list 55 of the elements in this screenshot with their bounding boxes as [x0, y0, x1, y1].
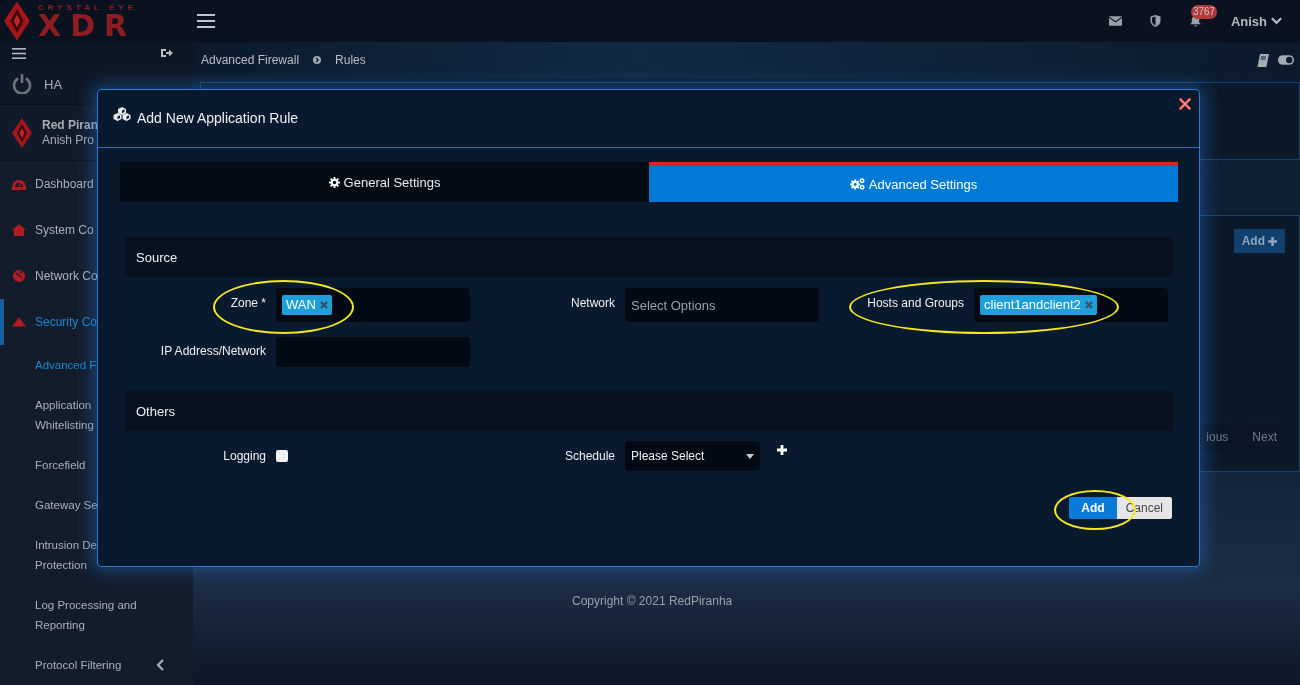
sidebar-item[interactable]: Log Processing and Reporting: [0, 585, 193, 645]
tab[interactable]: Advanced Settings: [649, 162, 1178, 202]
close-icon[interactable]: [1179, 98, 1191, 110]
gear-icon: [328, 176, 340, 188]
plus-icon: [1268, 236, 1277, 246]
gauge-icon: [12, 178, 26, 190]
add-button[interactable]: Add: [1069, 497, 1117, 519]
input-field[interactable]: [276, 337, 470, 367]
shield-icon[interactable]: [1148, 15, 1162, 27]
field-label: Network: [571, 296, 615, 310]
chevron-down-icon: [1271, 17, 1282, 25]
tag-label: client1andclient2: [984, 297, 1081, 313]
notification-badge: 3767: [1190, 5, 1218, 19]
pagination-button[interactable]: Next: [1242, 423, 1287, 451]
profile-subtitle: Anish Pro: [42, 132, 96, 148]
tag-label: WAN: [286, 297, 316, 313]
logo-icon: [12, 117, 32, 148]
section-title: Others: [136, 403, 175, 419]
breadcrumb-link[interactable]: Advanced Firewall: [201, 53, 300, 67]
field-label: Hosts and Groups: [867, 296, 964, 310]
remove-icon[interactable]: [1084, 301, 1093, 309]
remove-icon[interactable]: [319, 301, 328, 309]
power-icon: [12, 74, 32, 94]
footer-text: Copyright © 2021 RedPiranha: [571, 594, 734, 608]
toggle-icon[interactable]: [1278, 55, 1294, 65]
plus-icon[interactable]: [777, 445, 787, 455]
house-icon: [12, 224, 26, 236]
logo-caption: CRYSTAL EYE: [38, 2, 137, 12]
triangle-icon: [12, 316, 26, 328]
logo-icon: [4, 1, 30, 41]
add-button[interactable]: Add: [1233, 229, 1285, 253]
cubes-icon: [113, 106, 131, 121]
book-icon[interactable]: [1257, 53, 1269, 67]
modal-title: Add New Application Rule: [137, 109, 299, 126]
gears-icon: [849, 178, 865, 190]
mail-icon[interactable]: [1108, 15, 1122, 27]
field-label: Logging: [223, 449, 266, 463]
field-label: Schedule: [564, 449, 615, 463]
logout-icon[interactable]: [161, 48, 173, 58]
checkbox[interactable]: [276, 450, 288, 462]
profile-name: Red Piran: [42, 117, 98, 133]
breadcrumb-link[interactable]: Rules: [335, 53, 366, 67]
field-label: IP Address/Network: [160, 344, 266, 358]
sidebar-item[interactable]: Protocol Filtering: [0, 645, 193, 685]
globe-icon: [12, 270, 26, 282]
input-field[interactable]: Select Options: [625, 288, 819, 322]
field-label: Zone *: [230, 296, 266, 310]
caret-icon: [746, 453, 754, 459]
user-menu[interactable]: Anish: [1230, 13, 1282, 29]
select-field[interactable]: Please Select: [625, 441, 760, 471]
arrow-circle-icon: [313, 56, 322, 64]
menu-icon[interactable]: [197, 14, 215, 28]
tab[interactable]: General Settings: [120, 162, 649, 202]
logo-title: XDR: [38, 11, 137, 40]
menu-icon[interactable]: [12, 47, 26, 59]
